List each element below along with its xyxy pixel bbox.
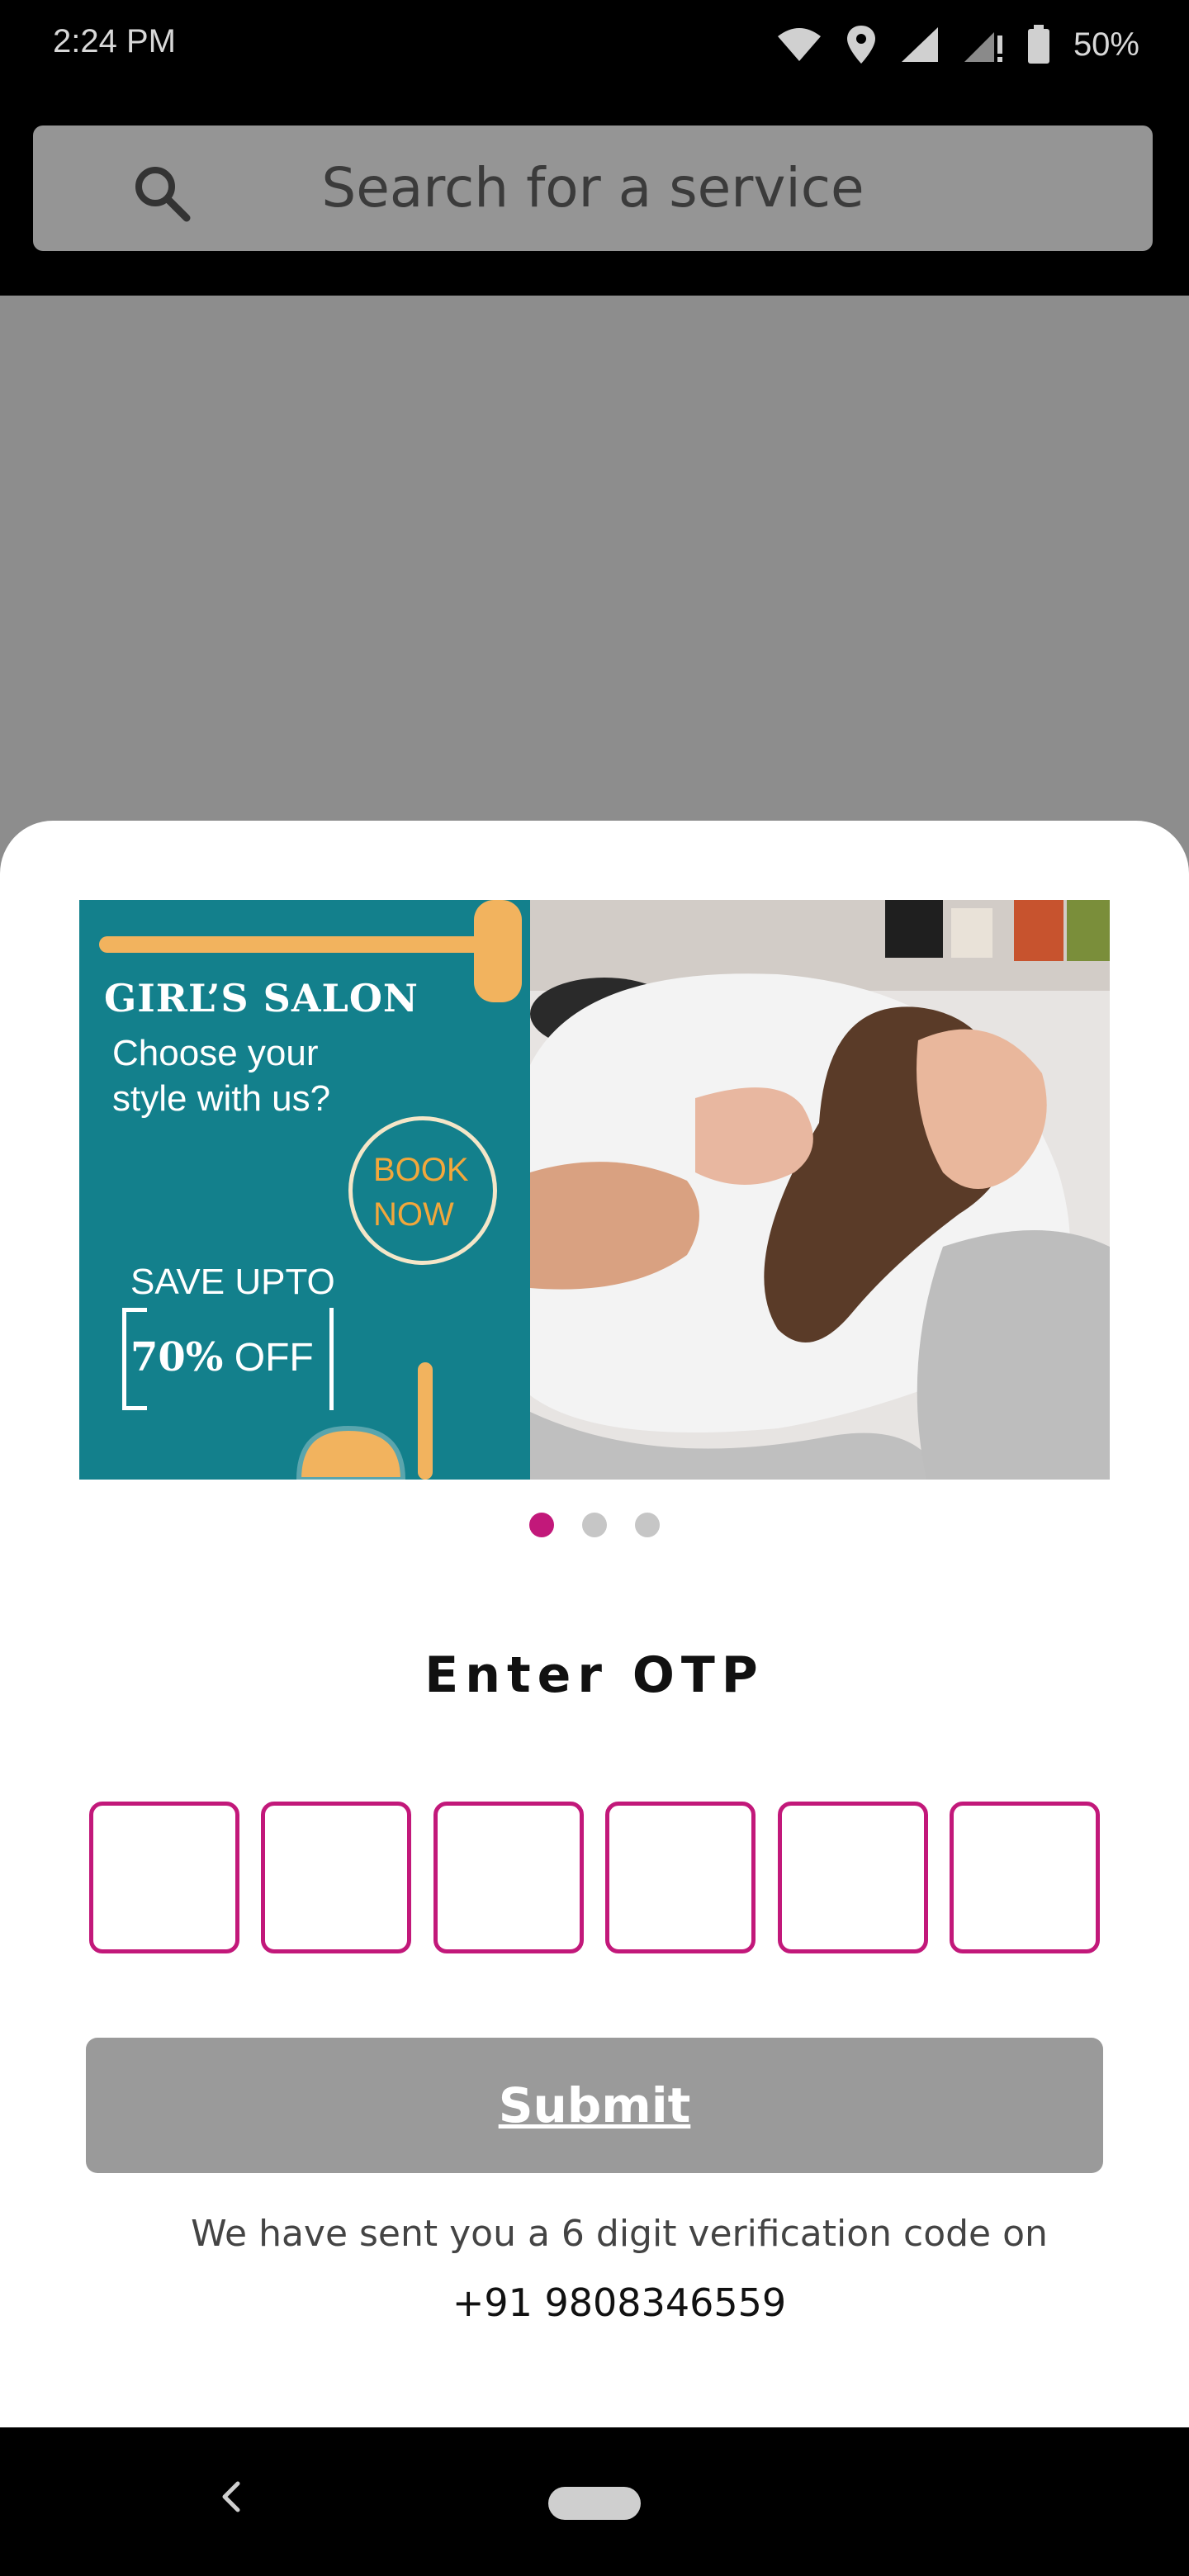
search-bar[interactable]: Search for a service [33, 125, 1153, 251]
otp-digit-2[interactable] [261, 1802, 412, 1953]
app-header: Search for a service [0, 91, 1189, 296]
otp-digit-6[interactable] [949, 1802, 1100, 1953]
banner-photo [530, 900, 1110, 1480]
submit-label: Submit [498, 2077, 691, 2133]
location-icon [846, 26, 875, 64]
otp-title: Enter OTP [424, 1646, 765, 1704]
offer-number: 70% [130, 1334, 224, 1380]
verification-phone: +91 9808346559 [452, 2280, 787, 2325]
battery-icon [1027, 25, 1049, 64]
offer-suffix: OFF [234, 1336, 314, 1380]
status-icons: 50% [776, 21, 1139, 68]
carousel-indicator [0, 1513, 1189, 1537]
otp-input-row [89, 1802, 1100, 1953]
signal-icon [901, 27, 938, 62]
carousel-dot-3[interactable] [635, 1513, 660, 1537]
signal-alert-icon [964, 32, 1002, 62]
back-chevron-icon[interactable] [206, 2472, 256, 2522]
offer-text: 70% OFF [130, 1334, 314, 1380]
banner-teal-panel: GIRL’S SALON Choose your style with us? … [79, 900, 530, 1480]
system-nav-bar [0, 2427, 1189, 2576]
otp-bottom-sheet: GIRL’S SALON Choose your style with us? … [0, 821, 1189, 2427]
otp-digit-4[interactable] [605, 1802, 756, 1953]
home-pill-icon[interactable] [548, 2487, 641, 2520]
save-upto-label: SAVE UPTO [130, 1262, 335, 1302]
banner-title: GIRL’S SALON [104, 976, 419, 1020]
battery-percentage: 50% [1073, 26, 1139, 63]
otp-digit-1[interactable] [89, 1802, 239, 1953]
status-bar: 2:24 PM 50% [0, 0, 1189, 91]
book-now-label[interactable]: BOOK NOW [373, 1148, 472, 1237]
submit-button[interactable]: Submit [86, 2038, 1103, 2173]
banner-subtitle: Choose your style with us? [112, 1033, 331, 1119]
carousel-dot-1[interactable] [529, 1513, 554, 1537]
promo-banner[interactable]: GIRL’S SALON Choose your style with us? … [79, 900, 1110, 1480]
salon-hairwash-image [530, 900, 1110, 1480]
verification-message: We have sent you a 6 digit verification … [191, 2213, 1048, 2255]
otp-digit-3[interactable] [433, 1802, 584, 1953]
carousel-dot-2[interactable] [582, 1513, 607, 1537]
otp-digit-5[interactable] [777, 1802, 928, 1953]
status-time: 2:24 PM [53, 23, 176, 59]
wifi-icon [777, 28, 821, 61]
search-placeholder[interactable]: Search for a service [33, 125, 1153, 251]
